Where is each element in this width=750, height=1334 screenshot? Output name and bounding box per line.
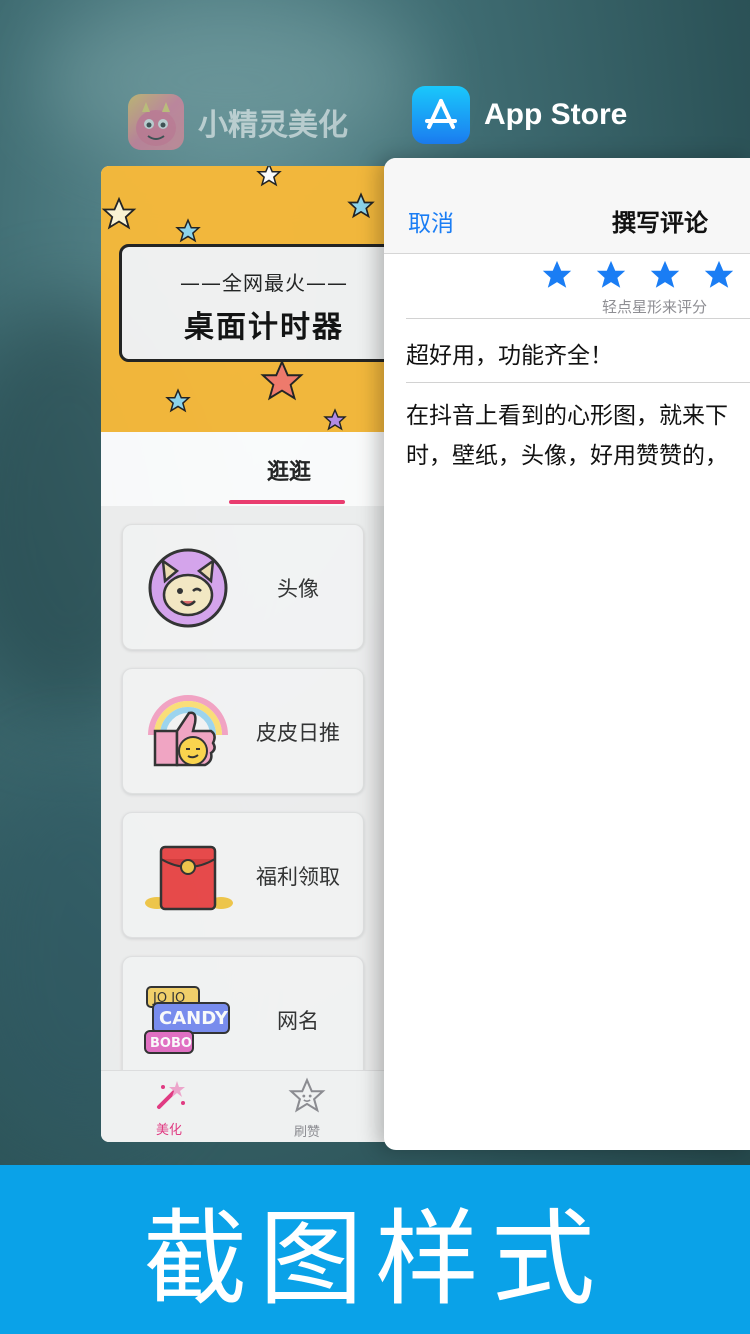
svg-text:CANDY: CANDY (159, 1008, 229, 1029)
promo-banner[interactable]: ——全网最火—— 桌面计时器 (101, 166, 401, 432)
menu-item-daily-picks[interactable]: 皮皮日推 (122, 668, 364, 794)
star-decoration-icon (260, 359, 304, 401)
rating-hint: 轻点星形来评分 (602, 298, 708, 316)
tab-active-indicator (229, 500, 345, 504)
review-body-line: 时，壁纸，头像，好用赞赞的， (406, 443, 728, 469)
star-rating-icon[interactable] (648, 258, 682, 292)
menu-item-label: 网名 (277, 1009, 319, 1033)
rating-stars[interactable] (540, 258, 736, 292)
nav-item-likes[interactable]: 刷赞 (267, 1077, 347, 1140)
review-headline-field[interactable]: 超好用，功能齐全！ (406, 336, 613, 370)
star-rating-icon[interactable] (594, 258, 628, 292)
review-title: 撰写评论 (612, 209, 708, 237)
banner-subtitle: ——全网最火—— (180, 271, 348, 295)
star-decoration-icon (347, 192, 375, 219)
svg-text:BOBO: BOBO (150, 1036, 192, 1051)
star-decoration-icon (101, 196, 137, 230)
red-envelope-icon (145, 845, 233, 911)
menu-item-label: 皮皮日推 (256, 721, 340, 745)
right-app-header[interactable]: App Store (412, 86, 627, 144)
monster-app-icon (128, 94, 184, 150)
review-body-line: 在抖音上看到的心形图，就来下 (406, 403, 728, 429)
menu-item-label: 福利领取 (256, 865, 340, 889)
appstore-review-card[interactable]: 取消 撰写评论 轻点星形来评分 超好用，功能齐全！ 在抖音上看到的心形图，就来下… (384, 158, 750, 1150)
star-decoration-icon (256, 166, 282, 187)
star-rating-icon[interactable] (540, 258, 574, 292)
name-tags-icon: JO JO CANDY BOBO (144, 986, 230, 1054)
star-decoration-icon (165, 388, 191, 413)
magic-wand-icon (157, 1081, 185, 1109)
menu-item-nickname[interactable]: JO JO CANDY BOBO 网名 (122, 956, 364, 1082)
left-app-name: 小精灵美化 (198, 109, 348, 142)
left-app-header[interactable]: 小精灵美化 (128, 94, 348, 150)
bottom-nav: 美化 刷赞 (101, 1070, 401, 1142)
divider (406, 382, 750, 383)
menu-item-rewards[interactable]: 福利领取 (122, 812, 364, 938)
banner-title-box: ——全网最火—— 桌面计时器 (119, 244, 401, 362)
divider (406, 318, 750, 319)
star-rating-icon[interactable] (702, 258, 736, 292)
star-decoration-icon (175, 218, 201, 243)
footer-caption: 截图样式 (142, 1198, 607, 1320)
cancel-button[interactable]: 取消 (408, 204, 454, 238)
left-app-card[interactable]: ——全网最火—— 桌面计时器 逛逛 头像 皮皮日推 福利领取 JO JO CAN… (101, 166, 401, 1142)
thumbs-up-rainbow-icon (148, 695, 228, 767)
menu-item-label: 头像 (277, 577, 319, 601)
cat-avatar-icon (148, 548, 228, 628)
footer-banner: 截图样式 (0, 1165, 750, 1334)
nav-item-beautify[interactable]: 美化 (129, 1077, 209, 1138)
menu-item-avatar[interactable]: 头像 (122, 524, 364, 650)
star-face-icon (288, 1077, 326, 1113)
nav-label: 刷赞 (293, 1125, 320, 1140)
nav-label: 美化 (155, 1123, 182, 1138)
right-app-name: App Store (484, 98, 628, 131)
tab-bar: 逛逛 (101, 432, 401, 506)
banner-title: 桌面计时器 (184, 310, 344, 345)
review-nav-bar: 取消 撰写评论 (384, 158, 750, 254)
appstore-icon (412, 86, 470, 144)
tab-browse[interactable]: 逛逛 (229, 454, 349, 486)
review-body-field[interactable]: 在抖音上看到的心形图，就来下 时，壁纸，头像，好用赞赞的， (406, 396, 750, 476)
star-decoration-icon (323, 408, 347, 431)
